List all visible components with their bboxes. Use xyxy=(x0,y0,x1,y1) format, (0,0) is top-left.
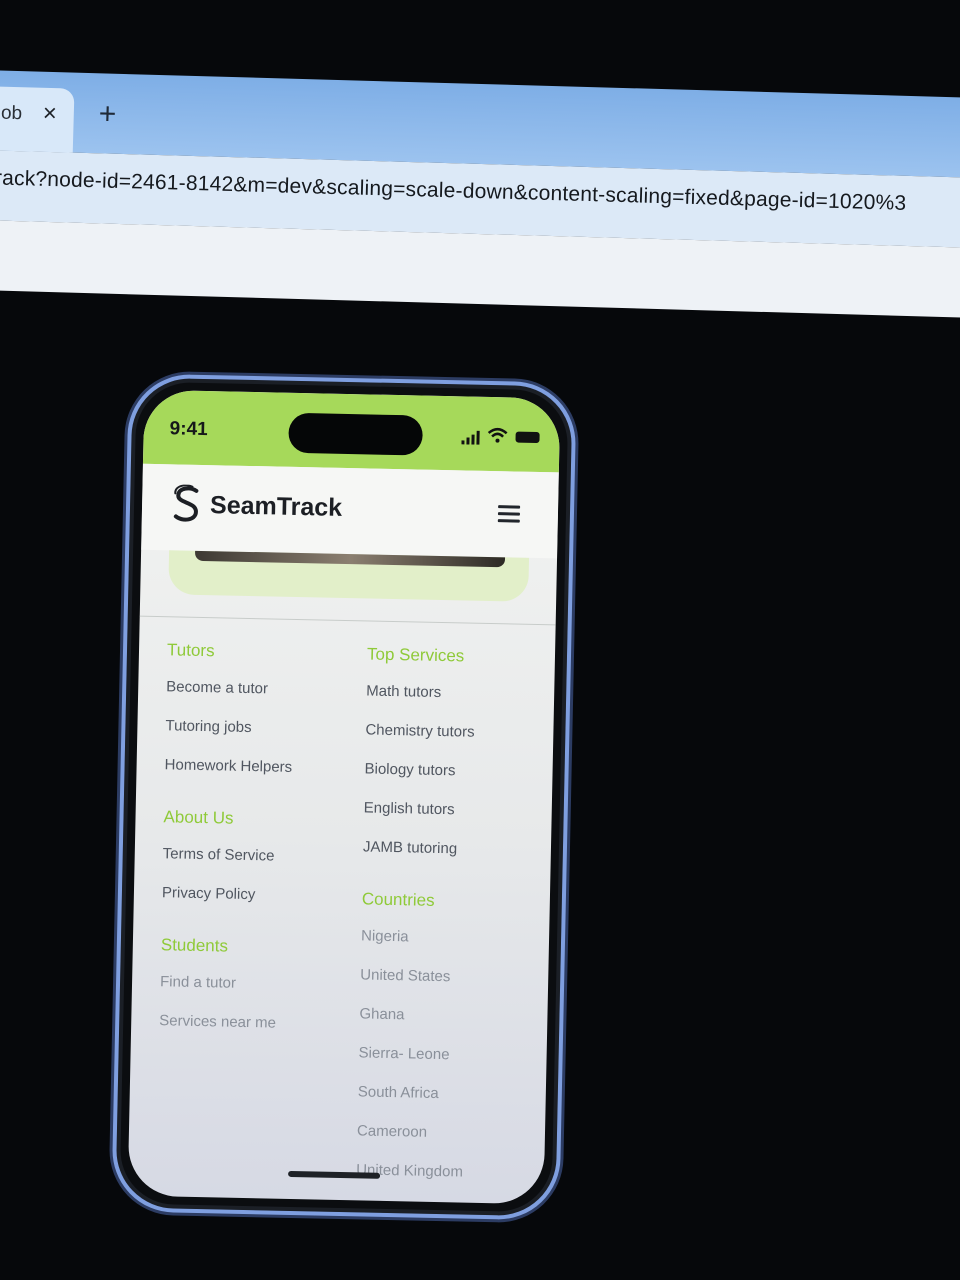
url-text[interactable]: rack?node-id=2461-8142&m=dev&scaling=sca… xyxy=(0,166,907,215)
footer-link[interactable]: Biology tutors xyxy=(364,760,544,781)
footer-link[interactable]: Tutoring jobs xyxy=(165,717,345,738)
footer-link[interactable]: United Kingdom xyxy=(356,1161,536,1182)
phone-frame: 9:41 SeamTrack Tutors Become a tutor Tut… xyxy=(111,373,577,1221)
footer-right-column: Top Services Math tutors Chemistry tutor… xyxy=(356,644,548,1204)
hamburger-menu-icon[interactable] xyxy=(497,505,521,523)
footer-link[interactable]: Sierra- Leone xyxy=(358,1044,538,1065)
home-indicator[interactable] xyxy=(288,1170,381,1179)
footer-link[interactable]: Math tutors xyxy=(366,682,546,703)
footer-link[interactable]: Find a tutor xyxy=(160,973,340,994)
section-divider xyxy=(139,615,556,626)
footer-link[interactable]: Privacy Policy xyxy=(162,884,342,905)
footer-link[interactable]: Nigeria xyxy=(361,927,541,948)
battery-icon xyxy=(515,431,540,444)
footer-link[interactable]: Chemistry tutors xyxy=(365,721,545,742)
footer-heading-about: About Us xyxy=(163,807,234,828)
status-bar: 9:41 xyxy=(142,389,561,473)
new-tab-button[interactable]: + xyxy=(98,97,116,131)
footer-link[interactable]: Ghana xyxy=(359,1005,539,1026)
app-header: SeamTrack xyxy=(141,463,559,559)
footer-heading-top-services: Top Services xyxy=(366,644,465,666)
footer-heading-tutors: Tutors xyxy=(166,640,215,661)
footer-link[interactable]: English tutors xyxy=(364,799,544,820)
footer-link[interactable]: South Africa xyxy=(358,1083,538,1104)
hero-card xyxy=(168,550,530,602)
footer-left-column: Tutors Become a tutor Tutoring jobs Home… xyxy=(159,640,348,1055)
footer-link[interactable]: Cameroon xyxy=(357,1122,537,1143)
brand-name[interactable]: SeamTrack xyxy=(210,491,343,523)
seamtrack-logo-icon[interactable] xyxy=(172,484,203,525)
tab-title: lob xyxy=(0,102,23,125)
dynamic-island xyxy=(288,412,424,456)
footer-heading-students: Students xyxy=(160,935,229,956)
signal-icon xyxy=(461,430,480,445)
footer-link[interactable]: Homework Helpers xyxy=(164,756,344,777)
phone-screen: 9:41 SeamTrack Tutors Become a tutor Tut… xyxy=(127,389,561,1205)
footer-link[interactable]: Become a tutor xyxy=(166,678,346,699)
footer-link[interactable]: Services near me xyxy=(159,1012,339,1033)
footer-link[interactable]: JAMB tutoring xyxy=(363,838,543,859)
close-tab-icon[interactable]: × xyxy=(42,100,57,128)
status-time: 9:41 xyxy=(169,418,208,441)
browser-tab[interactable]: lob × xyxy=(0,85,75,153)
footer-link[interactable]: Terms of Service xyxy=(163,845,343,866)
browser-window: lob × + rack?node-id=2461-8142&m=dev&sca… xyxy=(0,70,960,328)
footer-link[interactable]: United States xyxy=(360,966,540,987)
footer-heading-countries: Countries xyxy=(361,889,435,910)
wifi-icon xyxy=(487,427,508,443)
